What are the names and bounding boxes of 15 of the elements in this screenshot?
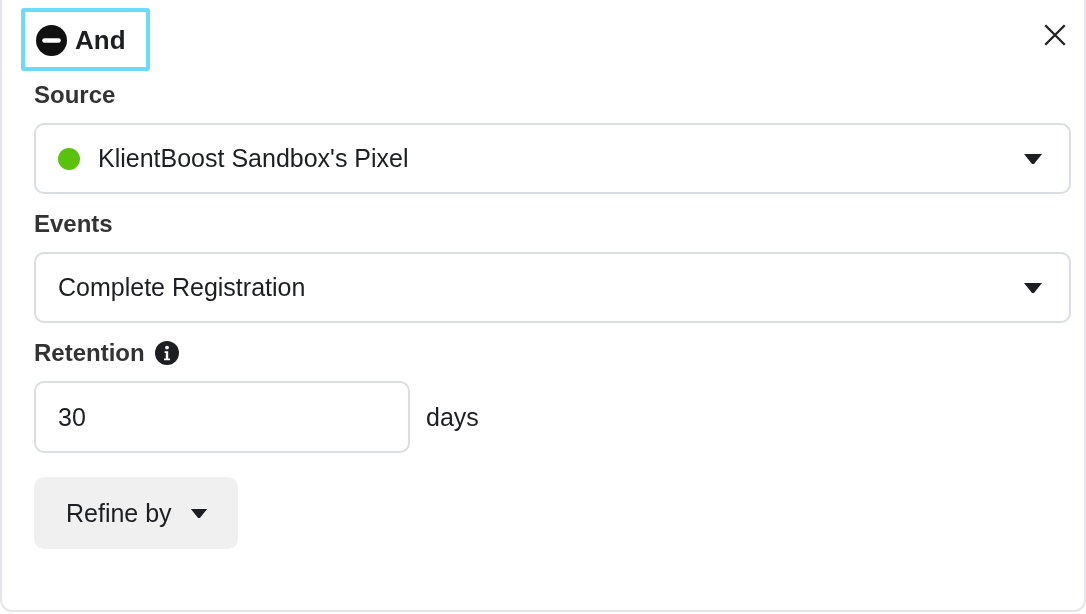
source-dropdown[interactable]: KlientBoost Sandbox's Pixel — [34, 123, 1071, 194]
field-label: Retention — [34, 339, 145, 367]
refine-by-button[interactable]: Refine by — [34, 477, 238, 549]
close-icon[interactable] — [1042, 22, 1068, 48]
events-dropdown[interactable]: Complete Registration — [34, 252, 1071, 323]
field-label: Events — [34, 210, 114, 238]
and-toggle[interactable]: And — [21, 8, 150, 71]
retention-input[interactable]: 30 — [34, 381, 410, 453]
field-label: Source — [34, 81, 117, 109]
unit-label: days — [426, 402, 479, 432]
info-icon[interactable] — [154, 341, 179, 365]
caret-icon — [1023, 152, 1043, 165]
caret-icon — [189, 507, 208, 519]
caret-icon — [1023, 281, 1043, 294]
minus-circle-icon — [36, 25, 67, 56]
